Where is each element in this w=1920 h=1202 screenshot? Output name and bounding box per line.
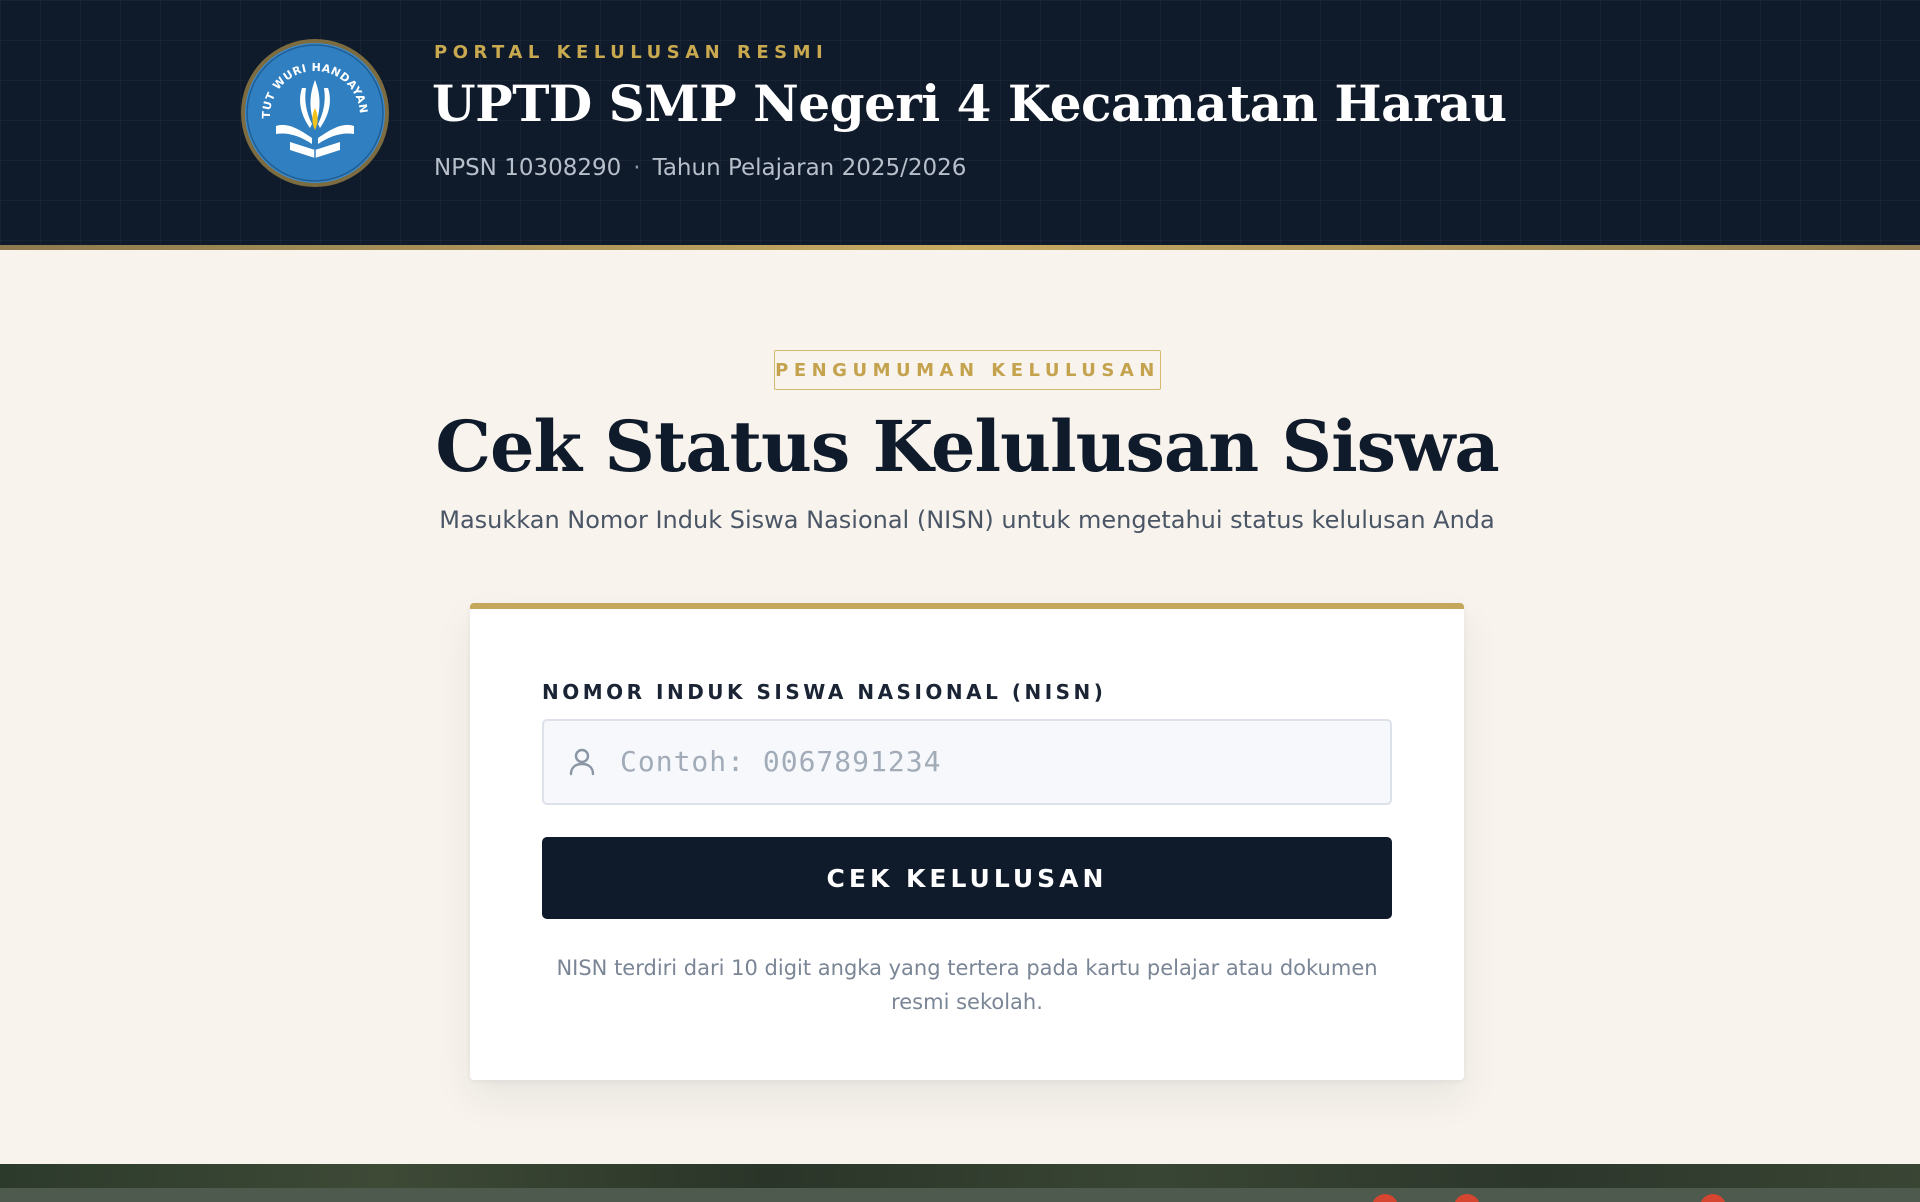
page-subtitle: Masukkan Nomor Induk Siswa Nasional (NIS…	[439, 506, 1495, 534]
nisn-input-wrapper[interactable]	[542, 719, 1392, 805]
nisn-hint: NISN terdiri dari 10 digit angka yang te…	[556, 956, 1378, 1014]
footer-image-strip	[0, 1164, 1920, 1202]
user-icon	[566, 746, 598, 778]
nisn-input[interactable]	[620, 721, 1380, 802]
page-title: Cek Status Kelulusan Siswa	[435, 405, 1499, 488]
check-graduation-button[interactable]: CEK KELULUSAN	[542, 837, 1392, 919]
meta-separator: ·	[633, 155, 641, 181]
nisn-field-label: NOMOR INDUK SISWA NASIONAL (NISN)	[542, 680, 1107, 704]
site-header: TUT WURI HANDAYANI PORTAL KELULUSAN RESM…	[0, 0, 1920, 250]
announcement-badge: PENGUMUMAN KELULUSAN	[774, 350, 1161, 390]
portal-kicker: PORTAL KELULUSAN RESMI	[434, 42, 829, 63]
footer-band	[0, 1188, 1920, 1202]
nisn-check-card: NOMOR INDUK SISWA NASIONAL (NISN) CEK KE…	[470, 603, 1464, 1080]
tut-wuri-handayani-logo-icon: TUT WURI HANDAYANI	[240, 38, 389, 187]
academic-year-text: Tahun Pelajaran 2025/2026	[652, 155, 967, 181]
school-logo: TUT WURI HANDAYANI	[240, 38, 390, 188]
npsn-text: NPSN 10308290	[434, 155, 622, 181]
school-meta: NPSN 10308290 · Tahun Pelajaran 2025/2026	[434, 155, 966, 181]
school-name: UPTD SMP Negeri 4 Kecamatan Harau	[432, 74, 1507, 133]
